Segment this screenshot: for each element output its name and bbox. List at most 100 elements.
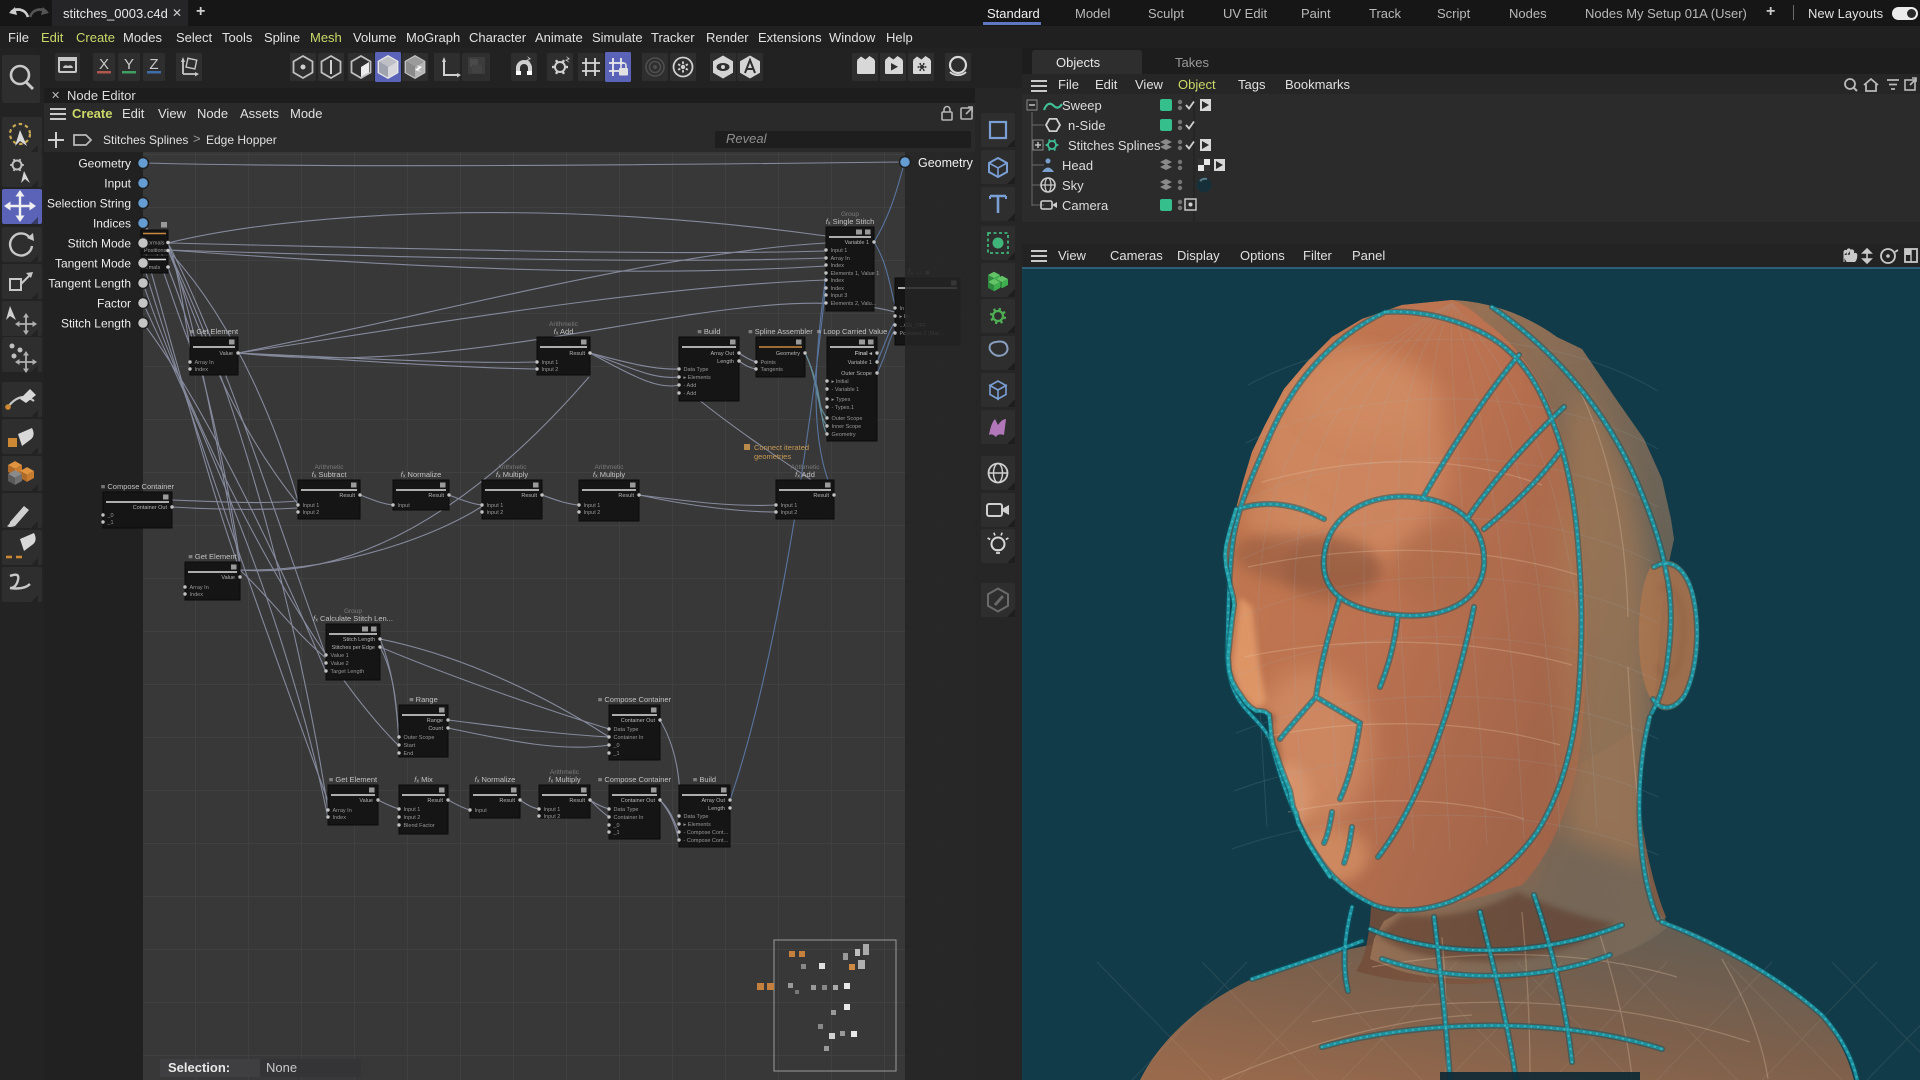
svg-text:𝑓ₓ Normalize: 𝑓ₓ Normalize [475, 775, 516, 784]
svg-text:Value 2: Value 2 [331, 661, 349, 667]
svg-text:Data Type: Data Type [684, 367, 709, 373]
svg-text:Result: Result [521, 493, 537, 499]
svg-text:Variable 1: Variable 1 [848, 360, 872, 366]
svg-text:Value: Value [219, 351, 233, 357]
svg-text:geometries: geometries [754, 452, 791, 461]
svg-text:Variable 1: Variable 1 [845, 240, 869, 246]
svg-text:_1: _1 [107, 520, 114, 526]
svg-text:Factor: Factor [97, 297, 131, 311]
svg-text:≡ Compose Container: ≡ Compose Container [101, 482, 175, 491]
svg-text:≡ Build: ≡ Build [693, 775, 716, 784]
svg-text:▸ Initial: ▸ Initial [832, 379, 849, 385]
svg-text:Container Out: Container Out [621, 718, 656, 724]
svg-text:𝑓ₓ Multiply: 𝑓ₓ Multiply [593, 470, 626, 479]
svg-text:Selection:: Selection: [168, 1060, 230, 1075]
svg-text:_0: _0 [613, 823, 620, 829]
svg-text:Length: Length [717, 359, 734, 365]
svg-text:Container In: Container In [614, 815, 644, 821]
svg-text:Input 2: Input 2 [544, 814, 561, 820]
svg-text:_0: _0 [613, 743, 620, 749]
svg-text:Final ◂: Final ◂ [855, 351, 873, 357]
svg-text:Camera: Camera [1062, 198, 1109, 213]
svg-text:Input 2: Input 2 [584, 510, 601, 516]
svg-text:𝑓ₓ Add: 𝑓ₓ Add [795, 470, 815, 479]
svg-text:Z: Z [149, 56, 158, 73]
svg-text:Input 1: Input 1 [831, 248, 848, 254]
svg-text:𝑓ₓ Normalize: 𝑓ₓ Normalize [401, 470, 442, 479]
svg-text:Elements 2, Valu...: Elements 2, Valu... [831, 301, 877, 307]
svg-text:Stitch Length: Stitch Length [343, 637, 375, 643]
svg-text:Array In: Array In [195, 360, 214, 366]
svg-text:None: None [266, 1060, 297, 1075]
svg-text:≡ Range: ≡ Range [409, 695, 438, 704]
svg-text:Geometry: Geometry [832, 432, 856, 438]
svg-text:▸ Elements: ▸ Elements [684, 822, 711, 828]
svg-text:Array In: Array In [333, 808, 352, 814]
svg-text:𝑓ₓ Add: 𝑓ₓ Add [554, 327, 574, 336]
svg-text:Points: Points [761, 360, 777, 366]
svg-text:Index: Index [831, 278, 845, 284]
svg-text:Target Length: Target Length [331, 669, 365, 675]
svg-text:Value: Value [359, 798, 373, 804]
svg-text:Stitches per Edge: Stitches per Edge [332, 645, 375, 651]
svg-text:𝑓ₓ Multiply: 𝑓ₓ Multiply [496, 470, 529, 479]
svg-text:Container In: Container In [614, 735, 644, 741]
svg-text:≡ Get Element: ≡ Get Element [190, 327, 239, 336]
svg-text:Result: Result [618, 493, 634, 499]
svg-text:Input 2: Input 2 [542, 367, 559, 373]
svg-text:Range: Range [427, 718, 443, 724]
svg-text:- Add: - Add [684, 391, 697, 397]
svg-text:X: X [99, 56, 109, 73]
svg-text:Data Type: Data Type [614, 727, 639, 733]
svg-text:Value 1: Value 1 [331, 653, 349, 659]
svg-text:≡ Compose Container: ≡ Compose Container [598, 775, 672, 784]
svg-text:Input: Input [104, 177, 131, 191]
svg-text:Input 1: Input 1 [542, 360, 559, 366]
svg-text:▸ Elements: ▸ Elements [684, 375, 711, 381]
svg-text:Array Out: Array Out [701, 798, 725, 804]
svg-text:- Compose Cont...: - Compose Cont... [684, 830, 729, 836]
svg-text:_0: _0 [107, 513, 114, 519]
svg-text:Geometry: Geometry [918, 156, 974, 170]
svg-text:Container Out: Container Out [133, 505, 168, 511]
svg-text:Input 1: Input 1 [781, 503, 798, 509]
svg-text:n-Side: n-Side [1068, 118, 1106, 133]
svg-text:Stitch Mode: Stitch Mode [68, 237, 132, 251]
svg-text:Input: Input [398, 503, 411, 509]
svg-text:≡ Spline Assembler: ≡ Spline Assembler [748, 327, 813, 336]
svg-text:Index: Index [190, 592, 204, 598]
svg-text:- Compose Cont...: - Compose Cont... [684, 838, 729, 844]
svg-text:Head: Head [1062, 158, 1093, 173]
svg-text:- Add: - Add [684, 383, 697, 389]
svg-text:Result: Result [427, 798, 443, 804]
svg-text:Indices: Indices [93, 217, 131, 231]
svg-text:Outer Scope: Outer Scope [404, 735, 435, 741]
svg-text:Input 1: Input 1 [544, 807, 561, 813]
svg-text:Input 3: Input 3 [831, 293, 848, 299]
svg-text:Result: Result [499, 798, 515, 804]
svg-text:Input: Input [475, 808, 488, 814]
svg-text:Input 1: Input 1 [487, 503, 504, 509]
svg-text:Tangent Mode: Tangent Mode [55, 257, 131, 271]
svg-text:Stitches Splines: Stitches Splines [1068, 138, 1161, 153]
svg-text:Array In: Array In [831, 256, 850, 262]
svg-text:Result: Result [813, 493, 829, 499]
svg-text:Input 2: Input 2 [303, 510, 320, 516]
svg-text:- Types.1: - Types.1 [832, 405, 855, 411]
svg-text:≡ Loop Carried Value: ≡ Loop Carried Value [817, 327, 888, 336]
svg-text:Input 2: Input 2 [487, 510, 504, 516]
svg-text:𝑓ₓ Single Stitch: 𝑓ₓ Single Stitch [826, 217, 875, 226]
svg-text:Value: Value [221, 575, 235, 581]
svg-text:≡ Build: ≡ Build [697, 327, 720, 336]
svg-text:Count: Count [428, 726, 443, 732]
svg-text:Inner Scope: Inner Scope [832, 424, 862, 430]
svg-text:Outer Scope: Outer Scope [841, 371, 872, 377]
svg-text:▸ Types: ▸ Types [832, 397, 851, 403]
svg-text:Result: Result [428, 493, 444, 499]
svg-text:End: End [404, 751, 414, 757]
svg-text:Container Out: Container Out [621, 798, 656, 804]
svg-text:≡ Get Element: ≡ Get Element [329, 775, 378, 784]
svg-text:Connect iterated: Connect iterated [754, 443, 809, 452]
svg-text:≡ Compose Container: ≡ Compose Container [598, 695, 672, 704]
svg-text:Array Out: Array Out [710, 351, 734, 357]
